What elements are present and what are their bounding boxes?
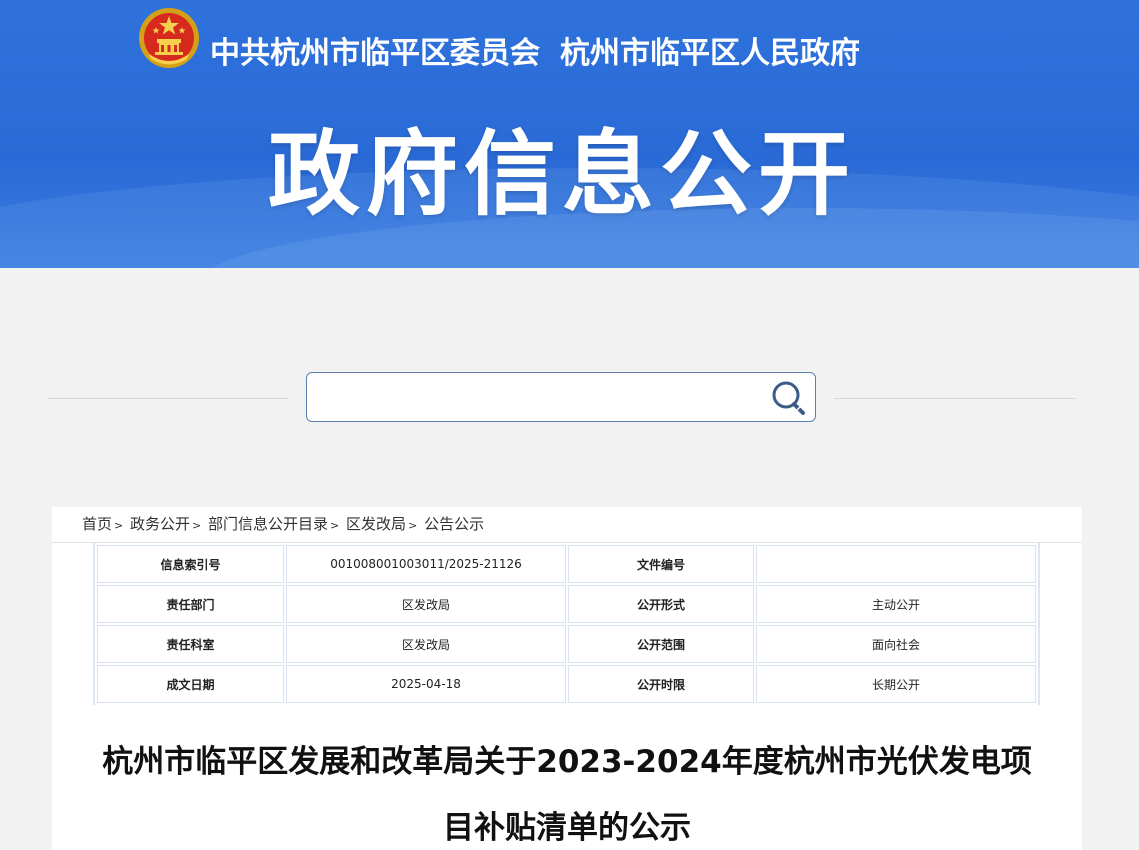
breadcrumb-separator: > (192, 519, 202, 532)
breadcrumb-gov-affairs[interactable]: 政务公开 (130, 515, 190, 533)
content-panel: 首页 > 政务公开 > 部门信息公开目录 > 区发改局 > 公告公示 信息索引号 001… (52, 507, 1082, 850)
document-title-line-1: 杭州市临平区发展和改革局关于2023-2024年度杭州市光伏发电项 (102, 744, 1032, 780)
disclosure-scope-label: 公开范围 (568, 625, 754, 663)
search-box (306, 372, 816, 422)
disclosure-period-label: 公开时限 (568, 665, 754, 703)
table-row: 信息索引号 001008001003011/2025-21126 文件编号 (97, 545, 1036, 583)
national-emblem-icon (139, 8, 199, 68)
document-metadata-table: 信息索引号 001008001003011/2025-21126 文件编号 责任… (93, 543, 1040, 705)
written-date-label: 成文日期 (97, 665, 284, 703)
breadcrumb-home[interactable]: 首页 (82, 515, 112, 533)
responsible-section-label: 责任科室 (97, 625, 284, 663)
disclosure-period-value: 长期公开 (756, 665, 1036, 703)
search-icon[interactable] (769, 379, 809, 417)
table-row: 责任部门 区发改局 公开形式 主动公开 (97, 585, 1036, 623)
index-number-value: 001008001003011/2025-21126 (286, 545, 566, 583)
document-title-line-2: 目补贴清单的公示 (443, 810, 691, 846)
banner-title: 政府信息公开 (268, 121, 857, 228)
disclosure-scope-value: 面向社会 (756, 625, 1036, 663)
organization-title: 中共杭州市临平区委员会 杭州市临平区人民政府 (210, 28, 860, 72)
party-committee-name: 中共杭州市临平区委员会 (210, 36, 540, 71)
table-row: 成文日期 2025-04-18 公开时限 长期公开 (97, 665, 1036, 703)
document-title: 杭州市临平区发展和改革局关于2023-2024年度杭州市光伏发电项 目补贴清单的… (52, 729, 1082, 850)
site-header: 中共杭州市临平区委员会 杭州市临平区人民政府 政府信息公开 (0, 0, 1139, 268)
responsible-section-value: 区发改局 (286, 625, 566, 663)
breadcrumb-district-drc[interactable]: 区发改局 (346, 515, 406, 533)
breadcrumb: 首页 > 政务公开 > 部门信息公开目录 > 区发改局 > 公告公示 (82, 513, 484, 534)
breadcrumb-announcements[interactable]: 公告公示 (424, 515, 484, 533)
written-date-value: 2025-04-18 (286, 665, 566, 703)
disclosure-form-label: 公开形式 (568, 585, 754, 623)
disclosure-form-value: 主动公开 (756, 585, 1036, 623)
breadcrumb-dept-catalog[interactable]: 部门信息公开目录 (208, 515, 328, 533)
government-name: 杭州市临平区人民政府 (560, 36, 860, 71)
breadcrumb-separator: > (330, 519, 340, 532)
file-number-label: 文件编号 (568, 545, 754, 583)
search-divider-left (48, 398, 288, 399)
file-number-value (756, 545, 1036, 583)
search-input[interactable] (315, 379, 755, 415)
responsible-dept-label: 责任部门 (97, 585, 284, 623)
breadcrumb-separator: > (114, 519, 124, 532)
index-number-label: 信息索引号 (97, 545, 284, 583)
breadcrumb-separator: > (408, 519, 418, 532)
table-row: 责任科室 区发改局 公开范围 面向社会 (97, 625, 1036, 663)
responsible-dept-value: 区发改局 (286, 585, 566, 623)
search-divider-right (834, 398, 1076, 399)
